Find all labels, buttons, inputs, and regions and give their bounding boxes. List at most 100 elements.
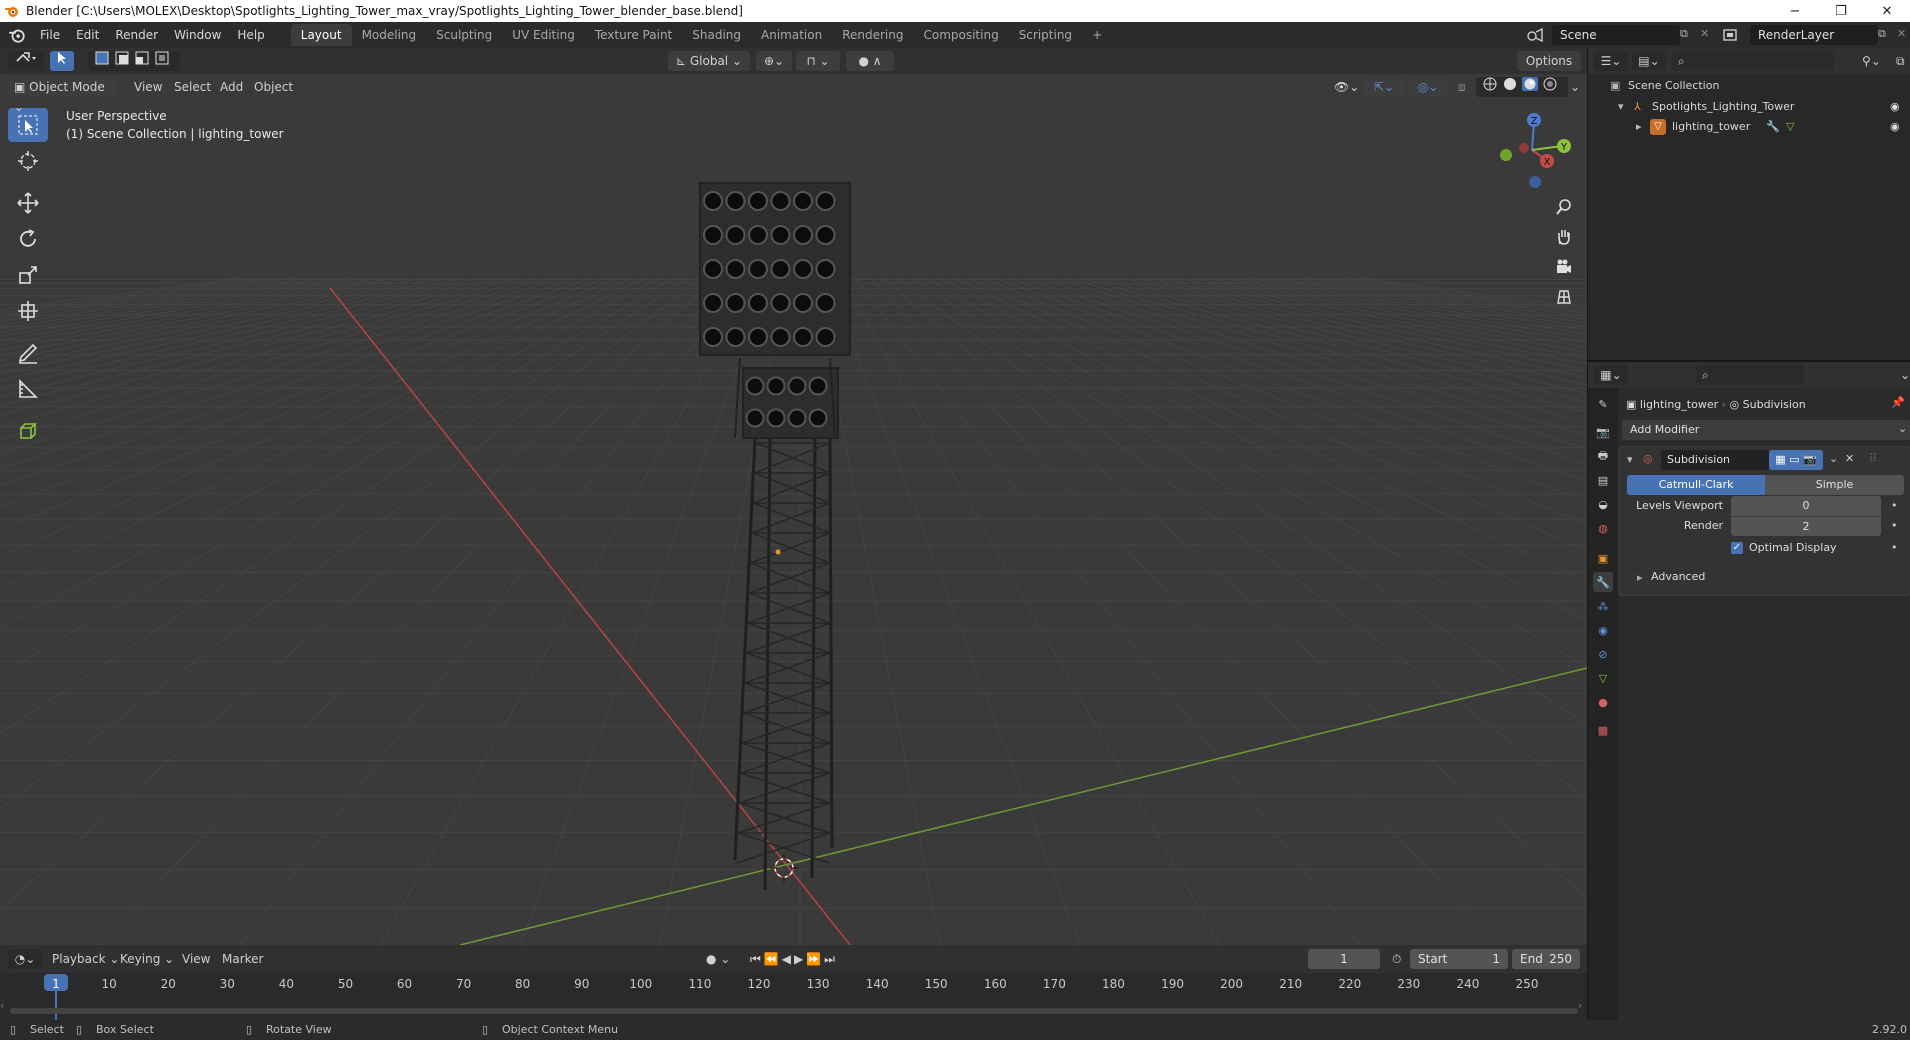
viewport-display-icon[interactable]: ▭ <box>1789 453 1799 466</box>
tab-shading[interactable]: Shading <box>682 24 751 46</box>
proportional-edit-toggle[interactable]: ● ∧ <box>846 51 894 71</box>
tool-annotate[interactable] <box>8 336 48 370</box>
keyframe-dot-icon[interactable]: • <box>1891 541 1898 554</box>
render-layer-icon[interactable] <box>1722 27 1740 43</box>
scene-remove-icon[interactable]: ✕ <box>1700 27 1709 40</box>
properties-editor[interactable]: ▦⌄ ⌕ ⌄ ✎ 📷 🖶 ▤ ◒ ◍ ▣ 🔧 ⁂ ◉ ⊘ ▽ ● ▩ ▣ lig… <box>1587 360 1910 1022</box>
tab-animation[interactable]: Animation <box>751 24 832 46</box>
ortho-toggle-button[interactable] <box>1549 282 1579 312</box>
menu-object[interactable]: Object <box>248 77 299 97</box>
scene-new-icon[interactable]: ⧉ <box>1680 27 1688 41</box>
scene-name-field[interactable]: Scene <box>1552 25 1680 45</box>
new-collection-icon[interactable]: ⧉ <box>1890 51 1910 71</box>
3d-cursor[interactable] <box>770 854 798 882</box>
modifier-options-icon[interactable]: ⌄ <box>1829 452 1838 465</box>
camera-view-button[interactable] <box>1549 252 1579 282</box>
tab-output[interactable]: 🖶 <box>1593 446 1613 466</box>
tab-object[interactable]: ▣ <box>1593 548 1613 568</box>
tool-measure[interactable] <box>8 372 48 406</box>
overlay-toggle[interactable]: ◎⌄ <box>1408 77 1448 97</box>
modifier-name-field[interactable]: Subdivision <box>1661 450 1769 470</box>
timeline-editor-type[interactable]: ◔⌄ <box>8 949 42 969</box>
select-mode-button[interactable] <box>50 51 74 71</box>
tab-layout[interactable]: Layout <box>290 24 352 46</box>
menu-timeline-view[interactable]: View <box>176 949 216 969</box>
menu-marker[interactable]: Marker <box>216 949 269 969</box>
navigation-gizmo[interactable]: Z X Y <box>1490 108 1574 192</box>
close-button[interactable]: ✕ <box>1864 4 1910 19</box>
menu-render[interactable]: Render <box>107 22 166 48</box>
editor-type-button[interactable] <box>8 51 44 71</box>
tool-scale[interactable] <box>8 258 48 292</box>
keyframe-dot-icon[interactable]: • <box>1891 519 1898 532</box>
tab-scene[interactable]: ◒ <box>1593 494 1613 514</box>
pin-icon[interactable]: 📌 <box>1891 396 1905 409</box>
render-display-icon[interactable]: 📷 <box>1803 453 1817 466</box>
optimal-display-checkbox[interactable]: ✓ <box>1731 542 1743 554</box>
start-frame-field[interactable]: Start 1 <box>1410 949 1508 969</box>
tab-data[interactable]: ▽ <box>1593 668 1613 688</box>
menu-help[interactable]: Help <box>229 22 272 48</box>
outliner-editor-type[interactable]: ☰⌄ <box>1594 51 1628 71</box>
timeline-scroll-right[interactable]: › <box>1578 999 1582 1012</box>
mode-dropdown[interactable]: ▣ Object Mode ⌄ <box>8 77 118 114</box>
expand-arrow-icon[interactable]: ▸ <box>1636 117 1642 137</box>
tab-modifiers[interactable]: 🔧 <box>1593 572 1613 592</box>
tab-view-layer[interactable]: ▤ <box>1593 470 1613 490</box>
expand-arrow-icon[interactable]: ▾ <box>1618 97 1624 117</box>
shading-dropdown[interactable]: ⌄ <box>1564 77 1586 97</box>
add-workspace-button[interactable]: + <box>1082 24 1112 46</box>
tab-world[interactable]: ◍ <box>1593 518 1613 538</box>
blender-menu-icon[interactable] <box>8 26 26 44</box>
keyframe-dot-icon[interactable]: • <box>1891 499 1898 512</box>
tab-tool[interactable]: ✎ <box>1593 394 1613 414</box>
timeline-editor[interactable]: ◔⌄ Playback ⌄ Keying ⌄ View Marker ● ⌄ ⏮… <box>0 945 1587 1020</box>
playback-controls[interactable]: ⏮⏪◀▶⏩⏭ <box>744 949 844 969</box>
xray-toggle[interactable]: ⧈ <box>1452 77 1472 97</box>
outliner-row-object[interactable]: ▸ ▽ lighting_tower 🔧 ▽ ◉ <box>1588 117 1910 137</box>
scene-icon[interactable] <box>1526 27 1544 43</box>
modifier-display-toggles[interactable]: ▦ ▭ 📷 <box>1769 450 1823 470</box>
tab-uv-editing[interactable]: UV Editing <box>502 24 585 46</box>
advanced-expand-arrow-icon[interactable]: ▸ <box>1637 571 1643 584</box>
3d-viewport[interactable]: User Perspective (1) Scene Collection | … <box>0 48 1587 945</box>
tab-physics[interactable]: ◉ <box>1593 620 1613 640</box>
tool-move[interactable] <box>8 186 48 220</box>
tool-add-cube[interactable] <box>8 414 48 448</box>
tab-texture[interactable]: ▩ <box>1593 720 1613 740</box>
tab-material[interactable]: ● <box>1593 692 1613 712</box>
levels-viewport-field[interactable]: 0 <box>1731 496 1881 516</box>
properties-options-dropdown[interactable]: ⌄ <box>1894 365 1910 385</box>
menu-view[interactable]: View <box>128 77 168 97</box>
tool-rotate[interactable] <box>8 222 48 256</box>
minimize-button[interactable]: − <box>1772 4 1818 19</box>
tab-texture-paint[interactable]: Texture Paint <box>585 24 682 46</box>
options-dropdown[interactable]: Options ⌄ <box>1517 51 1581 88</box>
catmull-clark-option[interactable]: Catmull-Clark <box>1627 475 1765 495</box>
visibility-eye-icon[interactable]: ◉ <box>1890 117 1900 137</box>
render-levels-field[interactable]: 2 <box>1731 516 1881 536</box>
pan-view-button[interactable] <box>1549 222 1579 252</box>
visibility-dropdown[interactable]: 👁⌄ <box>1328 77 1365 97</box>
tab-constraints[interactable]: ⊘ <box>1593 644 1613 664</box>
end-frame-field[interactable]: End 250 <box>1512 949 1580 969</box>
render-layer-field[interactable]: RenderLayer <box>1750 25 1878 45</box>
current-frame-field[interactable]: 1 <box>1308 949 1380 969</box>
tab-particles[interactable]: ⁂ <box>1593 596 1613 616</box>
visibility-eye-icon[interactable]: ◉ <box>1890 97 1900 117</box>
simple-option[interactable]: Simple <box>1765 475 1904 495</box>
tool-transform[interactable] <box>8 294 48 328</box>
add-modifier-dropdown[interactable]: Add Modifier <box>1622 420 1910 440</box>
tool-cursor[interactable] <box>8 144 48 178</box>
snap-toggle[interactable]: ⊓ ⌄ <box>796 51 840 71</box>
collapse-arrow-icon[interactable]: ▾ <box>1627 453 1633 466</box>
edit-mode-icon[interactable]: ▦ <box>1775 453 1785 466</box>
menu-file[interactable]: File <box>32 22 68 48</box>
preview-range-icon[interactable]: ⏱ <box>1386 949 1407 969</box>
drag-handle-icon[interactable]: ⠿ <box>1869 452 1877 465</box>
shading-mode-group[interactable] <box>1476 77 1568 97</box>
render-layer-remove-icon[interactable]: ✕ <box>1897 27 1906 40</box>
outliner-search-input[interactable]: ⌕ <box>1672 51 1834 71</box>
timeline-scroll-left[interactable]: ‹ <box>0 999 4 1012</box>
menu-edit[interactable]: Edit <box>68 22 107 48</box>
